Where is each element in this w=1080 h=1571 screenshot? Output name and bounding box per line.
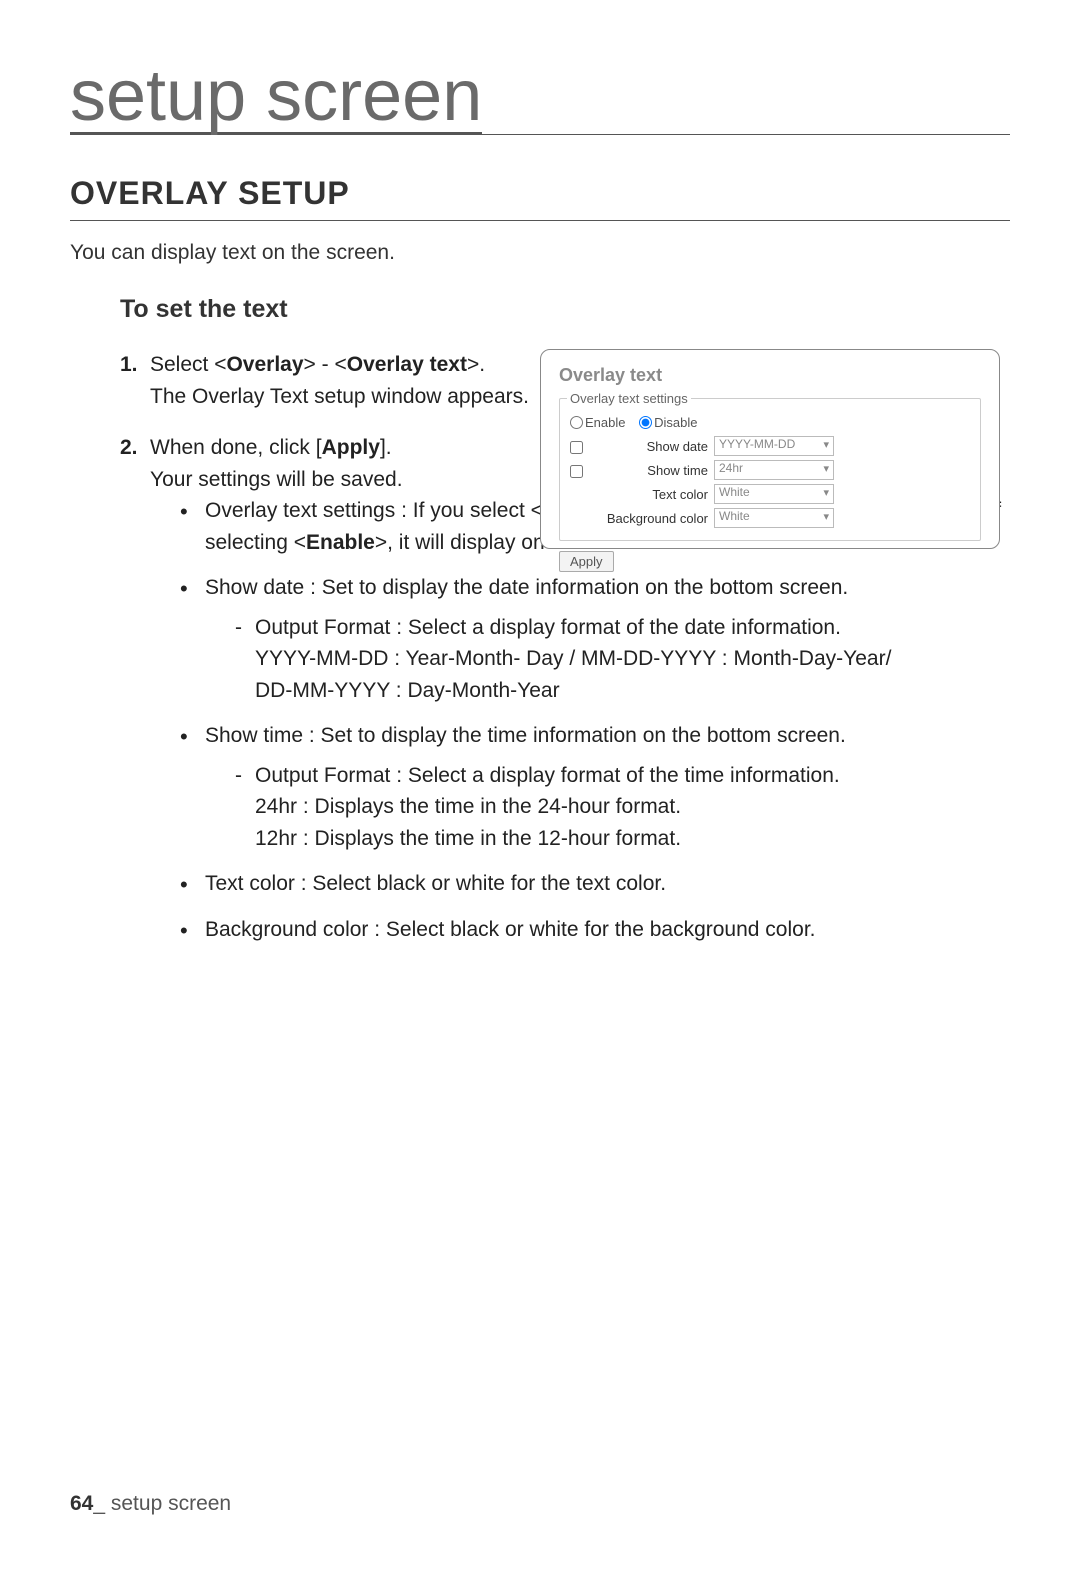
radio-disable[interactable]: [639, 416, 652, 429]
step-1-post: >.: [467, 353, 485, 376]
overlay-text-settings-fieldset: Overlay text settings Enable Disable Sho…: [559, 398, 981, 541]
step-2-bold: Apply: [322, 436, 380, 459]
row-show-time: Show time 24hr: [570, 460, 970, 480]
intro-text: You can display text on the screen.: [70, 241, 1010, 265]
page-number: 64: [70, 1492, 93, 1515]
step-1-mid: > - <: [304, 353, 347, 376]
bullet-2-sub-dash: Output Format : Select a display format …: [235, 612, 1010, 644]
step-1-bold-2: Overlay text: [347, 353, 467, 376]
bullet-2-sub-l2: DD-MM-YYYY : Day-Month-Year: [235, 675, 1010, 707]
label-disable: Disable: [654, 415, 697, 430]
bullet-bg-color: Background color : Select black or white…: [180, 914, 1010, 946]
footer-label: setup screen: [111, 1492, 231, 1515]
step-1-number: 1.: [120, 349, 138, 381]
bullet-2-text: Show date : Set to display the date info…: [205, 576, 848, 599]
label-enable: Enable: [585, 415, 625, 430]
checkbox-show-time[interactable]: [570, 465, 583, 478]
row-show-date: Show date YYYY-MM-DD: [570, 436, 970, 456]
enable-disable-row: Enable Disable: [570, 414, 970, 430]
row-text-color: Text color White: [570, 484, 970, 504]
bullet-1-pre: Overlay text settings : If you select <: [205, 499, 543, 522]
bullet-show-date: Show date : Set to display the date info…: [180, 572, 1010, 706]
footer-sep: _: [93, 1492, 111, 1515]
sub-heading: To set the text: [120, 295, 1010, 324]
radio-enable[interactable]: [570, 416, 583, 429]
apply-button[interactable]: Apply: [559, 551, 614, 572]
bullet-3-sub-dash: Output Format : Select a display format …: [235, 760, 1010, 792]
step-1-text-pre: Select <: [150, 353, 226, 376]
bullet-3-sub-l2: 12hr : Displays the time in the 12-hour …: [235, 823, 1010, 855]
select-show-time[interactable]: 24hr: [714, 460, 834, 480]
title-bar: setup screen: [70, 60, 1010, 135]
section-heading: OVERLAY SETUP: [70, 175, 1010, 221]
bullet-show-time: Show time : Set to display the time info…: [180, 720, 1010, 854]
select-show-date[interactable]: YYYY-MM-DD: [714, 436, 834, 456]
page-title: setup screen: [70, 60, 482, 134]
bullet-3-sub-l1: 24hr : Displays the time in the 24-hour …: [235, 791, 1010, 823]
step-2-number: 2.: [120, 432, 138, 464]
step-1-line2: The Overlay Text setup window appears.: [150, 381, 570, 413]
bullet-text-color: Text color : Select black or white for t…: [180, 868, 1010, 900]
page-footer: 64_ setup screen: [70, 1492, 231, 1516]
step-2-post: ].: [380, 436, 392, 459]
label-show-time: Show time: [594, 463, 714, 478]
label-bg-color: Background color: [594, 511, 714, 526]
bullet-3-text: Show time : Set to display the time info…: [205, 724, 846, 747]
step-2-pre: When done, click [: [150, 436, 322, 459]
step-1-bold-1: Overlay: [226, 353, 303, 376]
dialog-title: Overlay text: [559, 365, 981, 386]
select-text-color[interactable]: White: [714, 484, 834, 504]
bullet-2-sub-l1: YYYY-MM-DD : Year-Month- Day / MM-DD-YYY…: [235, 643, 1010, 675]
fieldset-legend: Overlay text settings: [567, 391, 691, 406]
row-bg-color: Background color White: [570, 508, 970, 528]
label-text-color: Text color: [594, 487, 714, 502]
overlay-text-dialog: Overlay text Overlay text settings Enabl…: [540, 349, 1000, 549]
bullet-1-bold-2: Enable: [306, 531, 375, 554]
select-bg-color[interactable]: White: [714, 508, 834, 528]
checkbox-show-date[interactable]: [570, 441, 583, 454]
step-2-line2: Your settings will be saved.: [150, 464, 570, 496]
label-show-date: Show date: [594, 439, 714, 454]
